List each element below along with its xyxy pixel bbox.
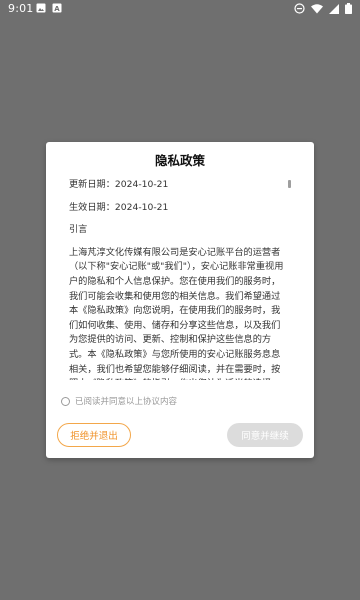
svg-text:A: A: [54, 5, 60, 13]
battery-icon: [345, 3, 352, 14]
effective-date: 生效日期：2024-10-21: [69, 201, 169, 213]
status-time: 9:01: [8, 2, 34, 15]
status-bar: 9:01 A: [0, 0, 360, 18]
signal-icon: [329, 3, 339, 14]
do-not-disturb-icon: [294, 3, 305, 14]
reject-exit-button[interactable]: 拒绝并退出: [57, 423, 131, 447]
wifi-icon: [311, 3, 323, 14]
update-date: 更新日期：2024-10-21: [69, 179, 169, 190]
policy-body-text: 上海芃淳文化传媒有限公司是安心记账平台的运营者（以下称"安心记账"或"我们"），…: [69, 246, 284, 380]
privacy-policy-dialog: 隐私政策 更新日期：2024-10-21 生效日期：2024-10-21 引言 …: [46, 142, 314, 458]
dialog-title: 隐私政策: [154, 153, 205, 168]
content-scrollbar[interactable]: [288, 180, 291, 188]
policy-content[interactable]: 更新日期：2024-10-21 生效日期：2024-10-21 引言 上海芃淳文…: [69, 178, 285, 380]
agree-checkbox-row[interactable]: 已阅读并同意以上协议内容: [61, 395, 177, 407]
agree-radio[interactable]: [61, 396, 70, 406]
agree-label: 已阅读并同意以上协议内容: [75, 397, 178, 407]
intro-heading: 引言: [69, 224, 88, 236]
agree-continue-button[interactable]: 同意并继续: [227, 423, 303, 447]
accessibility-icon: A: [52, 3, 62, 13]
image-icon: [36, 3, 46, 13]
status-left-icons: A: [36, 3, 62, 13]
status-right-icons: [294, 3, 352, 14]
